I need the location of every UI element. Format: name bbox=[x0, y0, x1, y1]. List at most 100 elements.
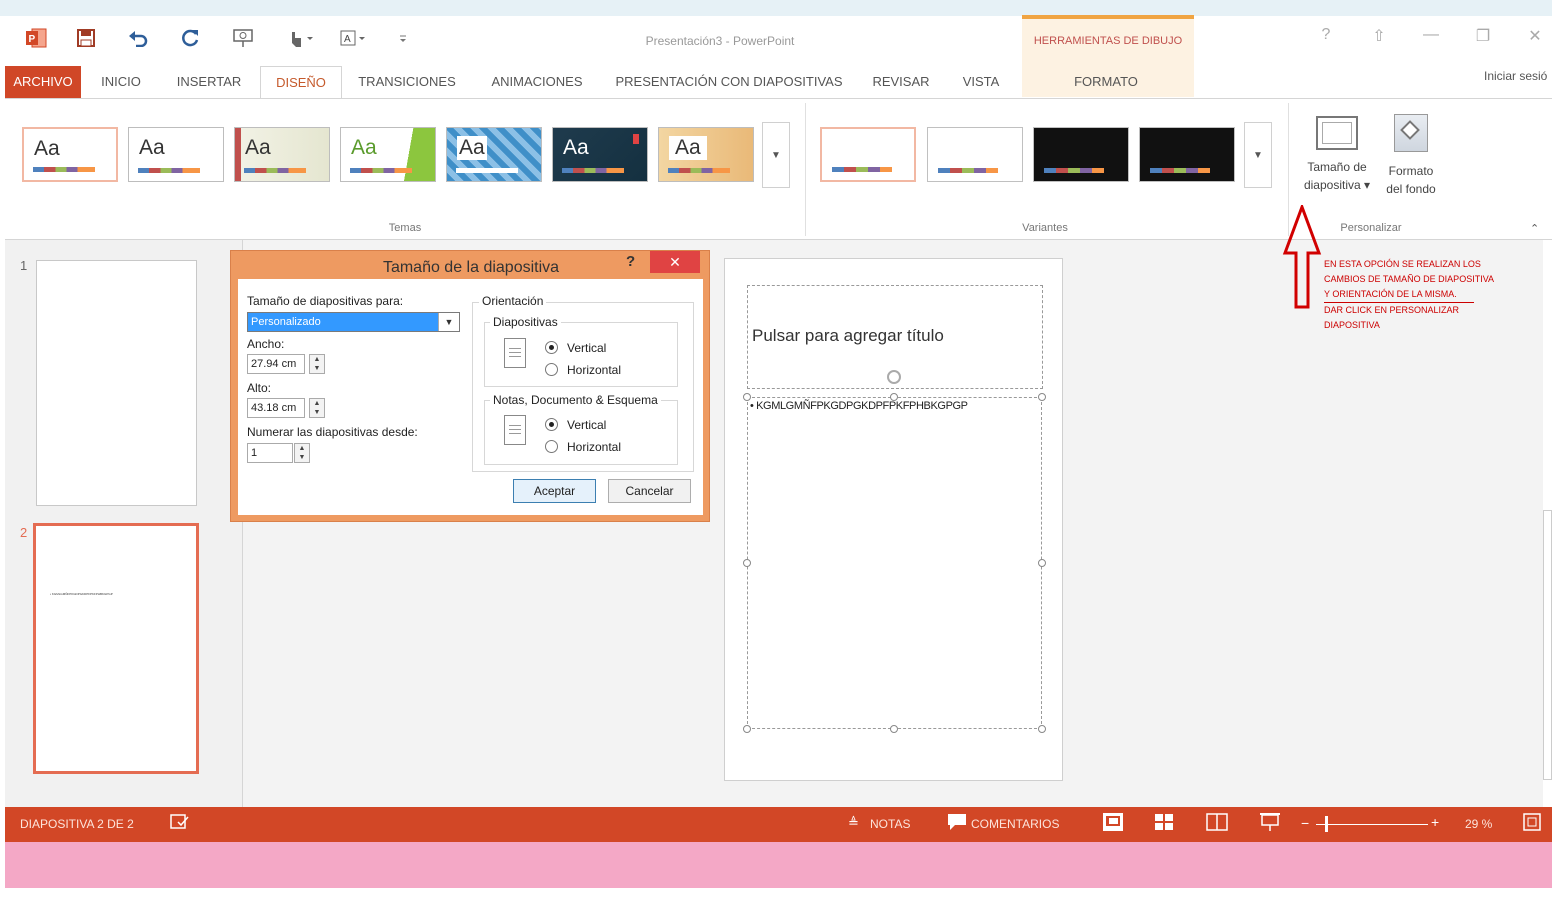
tab-transiciones[interactable]: TRANSICIONES bbox=[350, 66, 464, 98]
variants-more-button[interactable]: ▼ bbox=[1244, 122, 1272, 188]
slideshow-icon[interactable] bbox=[1259, 812, 1281, 837]
content-placeholder[interactable]: • KGMLGMÑFPKGDPGKDPFPKFPHBKGPGP bbox=[747, 397, 1042, 729]
theme-office-2[interactable]: Aa bbox=[128, 127, 224, 182]
notes-horizontal-label[interactable]: Horizontal bbox=[567, 440, 621, 454]
group-separator bbox=[805, 103, 806, 236]
notes-horizontal-radio[interactable] bbox=[545, 440, 558, 453]
start-from-beginning-icon[interactable] bbox=[231, 26, 255, 50]
ok-button[interactable]: Aceptar bbox=[513, 479, 596, 503]
notes-icon[interactable]: ≜ bbox=[848, 815, 859, 831]
notes-vertical-radio[interactable] bbox=[545, 418, 558, 431]
dialog-close-button[interactable]: ✕ bbox=[650, 251, 700, 273]
zoom-out-button[interactable]: − bbox=[1301, 815, 1309, 831]
height-spinner[interactable]: ▲ ▼ bbox=[309, 398, 325, 418]
tab-diseno[interactable]: DISEÑO bbox=[260, 66, 342, 98]
normal-view-icon[interactable] bbox=[1102, 812, 1124, 837]
format-background-button[interactable]: Formato del fondo bbox=[1378, 112, 1444, 198]
theme-ion[interactable]: Aa bbox=[552, 127, 648, 182]
chevron-down-icon[interactable]: ▼ bbox=[438, 313, 459, 331]
close-window-icon[interactable]: ✕ bbox=[1522, 26, 1548, 50]
tab-archivo[interactable]: ARCHIVO bbox=[5, 66, 81, 98]
customize-qat-icon[interactable] bbox=[391, 26, 415, 50]
tab-formato[interactable]: FORMATO bbox=[1048, 66, 1164, 98]
save-icon[interactable] bbox=[74, 26, 98, 50]
content-placeholder-text: • KGMLGMÑFPKGDPGKDPFPKFPHBKGPGP bbox=[750, 400, 968, 412]
reading-view-icon[interactable] bbox=[1206, 813, 1228, 836]
resize-handle[interactable] bbox=[743, 559, 751, 567]
number-from-input[interactable]: 1 bbox=[247, 443, 293, 463]
slide-thumbnail-1[interactable] bbox=[36, 260, 197, 506]
cancel-button[interactable]: Cancelar bbox=[608, 479, 691, 503]
zoom-slider-thumb[interactable] bbox=[1325, 816, 1328, 832]
theme-patron[interactable]: Aa bbox=[446, 127, 542, 182]
slide-sorter-icon[interactable] bbox=[1154, 813, 1174, 836]
zoom-level[interactable]: 29 % bbox=[1465, 817, 1492, 831]
variant-1[interactable] bbox=[820, 127, 916, 182]
annotation-line: EN ESTA OPCIÓN SE REALIZAN LOS bbox=[1324, 259, 1481, 269]
tab-vista[interactable]: VISTA bbox=[952, 66, 1010, 98]
slide-size-icon bbox=[1316, 116, 1358, 150]
resize-handle[interactable] bbox=[743, 393, 751, 401]
comments-button[interactable]: COMENTARIOS bbox=[971, 817, 1059, 831]
theme-office[interactable]: Aa bbox=[22, 127, 118, 182]
theme-label: Aa bbox=[139, 136, 165, 159]
resize-handle[interactable] bbox=[1038, 393, 1046, 401]
variant-3[interactable] bbox=[1033, 127, 1129, 182]
height-input[interactable]: 43.18 cm bbox=[247, 398, 305, 418]
font-size-icon[interactable]: A bbox=[336, 26, 370, 50]
notes-button[interactable]: NOTAS bbox=[870, 817, 910, 831]
tab-inicio[interactable]: INICIO bbox=[90, 66, 152, 98]
window-title: Presentación3 - PowerPoint bbox=[645, 34, 795, 48]
themes-more-button[interactable]: ▼ bbox=[762, 122, 790, 188]
slides-horizontal-label[interactable]: Horizontal bbox=[567, 363, 621, 377]
resize-handle[interactable] bbox=[1038, 559, 1046, 567]
resize-handle[interactable] bbox=[890, 725, 898, 733]
slide-size-button[interactable]: Tamaño de diapositiva ▾ bbox=[1298, 112, 1376, 194]
zoom-slider[interactable] bbox=[1316, 824, 1428, 825]
resize-handle[interactable] bbox=[890, 393, 898, 401]
restore-icon[interactable]: ❐ bbox=[1470, 26, 1496, 50]
undo-icon[interactable] bbox=[126, 26, 150, 50]
ribbon-display-options-icon[interactable]: ⇧ bbox=[1366, 26, 1392, 50]
tab-animaciones[interactable]: ANIMACIONES bbox=[478, 66, 596, 98]
slides-label: Diapositivas bbox=[490, 315, 561, 329]
slide-thumbnail-2[interactable]: • KGMLGMÑFPKGDPGKDPFPKFPHBKGPGP bbox=[33, 523, 199, 774]
tab-insertar[interactable]: INSERTAR bbox=[168, 66, 250, 98]
rotate-handle-icon[interactable] bbox=[887, 370, 901, 384]
help-icon[interactable]: ? bbox=[1313, 26, 1339, 50]
tab-presentacion[interactable]: PRESENTACIÓN CON DIAPOSITIVAS bbox=[608, 66, 850, 98]
touch-mode-icon[interactable] bbox=[284, 26, 318, 50]
resize-handle[interactable] bbox=[1038, 725, 1046, 733]
notes-vertical-label[interactable]: Vertical bbox=[567, 418, 606, 432]
variant-2[interactable] bbox=[927, 127, 1023, 182]
theme-label: Aa bbox=[351, 136, 377, 159]
size-for-label: Tamaño de diapositivas para: bbox=[247, 294, 404, 308]
dialog-help-button[interactable]: ? bbox=[626, 253, 635, 270]
size-for-select[interactable]: Personalizado bbox=[247, 312, 460, 332]
width-input[interactable]: 27.94 cm bbox=[247, 354, 305, 374]
resize-handle[interactable] bbox=[743, 725, 751, 733]
redo-icon[interactable] bbox=[178, 26, 202, 50]
width-spinner[interactable]: ▲ ▼ bbox=[309, 354, 325, 374]
powerpoint-logo-icon[interactable]: P bbox=[24, 26, 48, 50]
zoom-in-button[interactable]: + bbox=[1431, 814, 1439, 830]
collapse-ribbon-icon[interactable]: ⌃ bbox=[1530, 222, 1539, 235]
annotation-line: Y ORIENTACIÓN DE LA MISMA. bbox=[1324, 289, 1457, 299]
theme-orgnico[interactable]: Aa bbox=[658, 127, 754, 182]
tab-revisar[interactable]: REVISAR bbox=[864, 66, 938, 98]
vertical-scrollbar[interactable] bbox=[1543, 510, 1552, 780]
fit-to-window-icon[interactable] bbox=[1523, 813, 1541, 836]
slides-horizontal-radio[interactable] bbox=[545, 363, 558, 376]
variant-4[interactable] bbox=[1139, 127, 1235, 182]
number-from-spinner[interactable]: ▲ ▼ bbox=[294, 443, 310, 463]
minimize-icon[interactable]: — bbox=[1418, 26, 1444, 50]
thumbnail-number: 1 bbox=[20, 258, 28, 273]
taskbar-band bbox=[5, 842, 1552, 888]
comments-icon[interactable] bbox=[947, 813, 967, 836]
signin-link[interactable]: Iniciar sesió bbox=[1484, 69, 1547, 83]
slides-vertical-radio[interactable] bbox=[545, 341, 558, 354]
slides-vertical-label[interactable]: Vertical bbox=[567, 341, 606, 355]
theme-espiral[interactable]: Aa bbox=[340, 127, 436, 182]
spell-check-icon[interactable] bbox=[170, 814, 190, 835]
theme-faceta[interactable]: Aa bbox=[234, 127, 330, 182]
